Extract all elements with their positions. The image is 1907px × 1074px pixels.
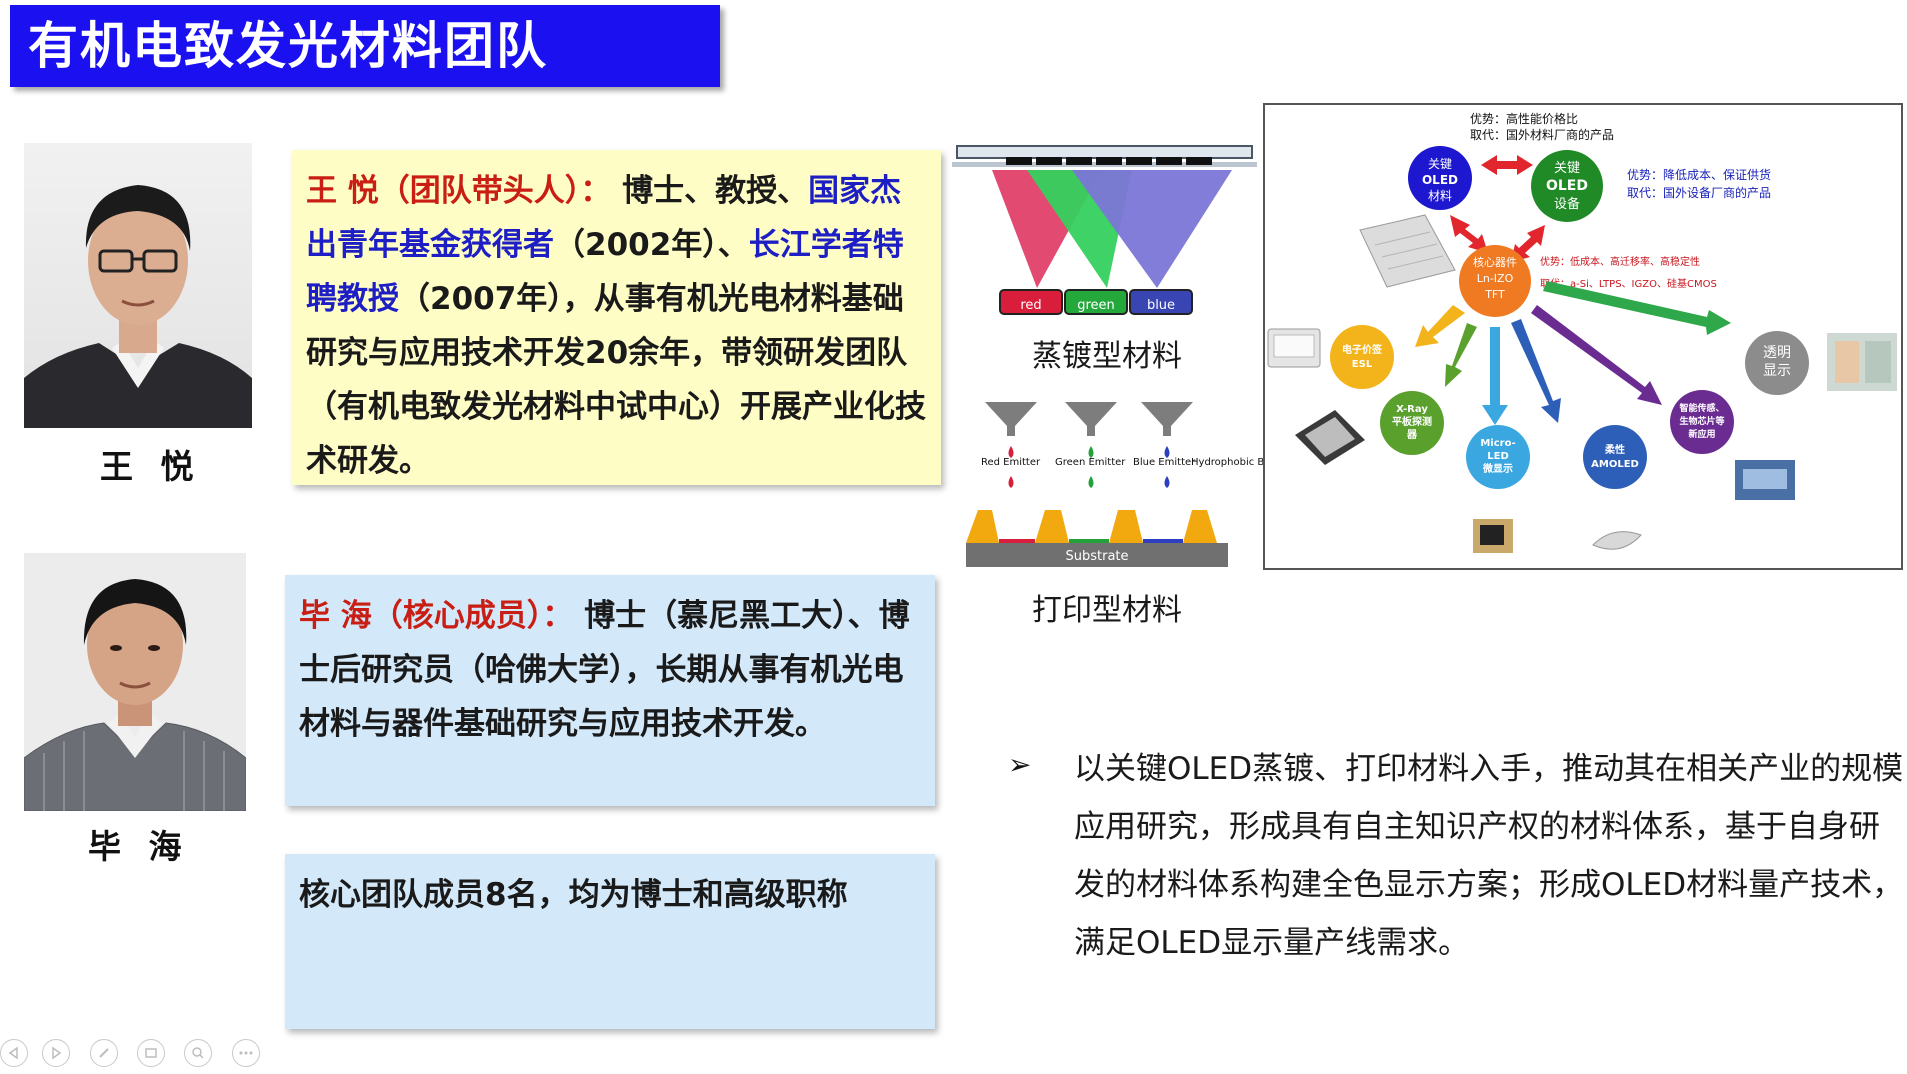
core-line3: TFT — [1484, 288, 1505, 301]
sensing-device-image — [1735, 460, 1795, 500]
app-esl-line1: 电子价签 — [1342, 343, 1383, 356]
node-core-device: 核心器件 Ln-IZO TFT — [1459, 245, 1531, 317]
app-xray-line2: 平板探测 — [1392, 415, 1432, 428]
prev-icon[interactable] — [0, 1039, 28, 1067]
printing-caption: 打印型材料 — [1032, 593, 1182, 628]
caption-wang-yue: 王 悦 — [100, 447, 202, 486]
green-emitter-label: Green Emitter — [1055, 457, 1126, 468]
app-xray: X-Ray 平板探测 器 — [1380, 391, 1444, 455]
pen-icon[interactable] — [90, 1039, 118, 1067]
core-advantage-text: 优势：低成本、高迁移率、高稳定性 — [1540, 255, 1700, 268]
app-micro-led: Micro- LED 微显示 — [1466, 425, 1530, 489]
cup-label-blue: blue — [1147, 298, 1175, 313]
wang-yue-description: （2007年），从事有机光电材料基础研究与应用技术开发20余年，带领研发团队（有… — [306, 281, 926, 479]
node-equipment-line3: 设备 — [1554, 196, 1580, 212]
next-icon[interactable] — [42, 1039, 70, 1067]
core-line1: 核心器件 — [1473, 255, 1517, 269]
node-equipment-line1: 关键 — [1554, 161, 1580, 176]
bi-hai-name-role: 毕 海（核心成员）： — [299, 598, 574, 634]
cup-label-red: red — [1020, 298, 1041, 313]
flexible-device-image — [1592, 531, 1642, 550]
wang-yue-bio-card: 王 悦（团队带头人）： 博士、教授、国家杰出青年基金获得者（2002年）、长江学… — [292, 150, 941, 485]
microled-device-image — [1473, 519, 1513, 553]
wang-yue-year1: （2002年）、 — [554, 227, 749, 263]
core-line2: Ln-IZO — [1477, 272, 1514, 285]
node-material-line1: 关键 — [1428, 157, 1452, 171]
zoom-icon[interactable] — [184, 1039, 212, 1067]
app-xray-line1: X-Ray — [1396, 404, 1428, 415]
substrate-label: Substrate — [1065, 549, 1128, 564]
app-microled-line2: LED — [1487, 451, 1509, 462]
caption-bi-hai: 毕 海 — [88, 827, 190, 866]
app-esl: 电子价签 ESL — [1330, 325, 1394, 389]
red-emitter-label: Red Emitter — [981, 457, 1041, 468]
blue-emitter-label: Blue Emitter — [1133, 457, 1196, 468]
bi-hai-bio-card: 毕 海（核心成员）： 博士（慕尼黑工大）、博士后研究员（哈佛大学），长期从事有机… — [285, 575, 935, 806]
xray-device-image — [1295, 410, 1365, 465]
core-team-card: 核心团队成员8名，均为博士和高级职称 — [285, 854, 935, 1029]
app-amoled-line2: AMOLED — [1591, 459, 1639, 470]
equipment-replace-text: 取代：国外设备厂商的产品 — [1627, 185, 1771, 200]
evaporation-figure: red green blue — [952, 140, 1257, 320]
slides-icon[interactable] — [137, 1039, 165, 1067]
app-amoled-line1: 柔性 — [1604, 443, 1625, 456]
app-microled-line3: 微显示 — [1482, 462, 1513, 475]
banks-label: Hydrophobic Banks — [1191, 457, 1265, 468]
wang-yue-bio-text: 王 悦（团队带头人）： 博士、教授、国家杰出青年基金获得者（2002年）、长江学… — [306, 164, 927, 488]
app-microled-line1: Micro- — [1480, 438, 1515, 449]
industry-chain-diagram: 优势：高性能价格比 取代：国外材料厂商的产品 关键 OLED 材料 关键 OLE… — [1263, 103, 1903, 570]
wang-yue-name-role: 王 悦（团队带头人）： — [306, 173, 612, 209]
app-sensing-line3: 新应用 — [1688, 428, 1715, 440]
core-team-text: 核心团队成员8名，均为博士和高级职称 — [299, 877, 848, 913]
node-equipment-line2: OLED — [1546, 178, 1588, 194]
top-replace-text: 取代：国外材料厂商的产品 — [1470, 127, 1614, 142]
tft-panel-image — [1359, 214, 1456, 288]
node-oled-equipment: 关键 OLED 设备 — [1531, 150, 1603, 222]
evaporation-caption: 蒸镀型材料 — [1032, 339, 1182, 374]
bullet-arrow-icon: ➢ — [1008, 748, 1032, 781]
transparent-device-image — [1827, 333, 1897, 391]
more-icon[interactable] — [232, 1039, 260, 1067]
printing-figure: Red Emitter Green Emitter Blue Emitter H… — [955, 398, 1288, 573]
cup-label-green: green — [1077, 298, 1115, 313]
app-transparent-line2: 显示 — [1763, 363, 1791, 379]
node-material-line2: OLED — [1422, 173, 1458, 187]
title-banner: 有机电致发光材料团队 — [10, 5, 720, 87]
node-oled-material: 关键 OLED 材料 — [1408, 146, 1472, 210]
app-sensing-line1: 智能传感、 — [1679, 402, 1724, 414]
summary-text: 以关键OLED蒸镀、打印材料入手，推动其在相关产业的规模应用研究，形成具有自主知… — [1074, 751, 1904, 961]
esl-device-image — [1267, 328, 1321, 368]
app-flexible-amoled: 柔性 AMOLED — [1583, 425, 1647, 489]
photo-bi-hai — [24, 553, 246, 811]
top-advantage-text: 优势：高性能价格比 — [1470, 111, 1578, 126]
app-transparent-display: 透明 显示 — [1745, 331, 1809, 395]
app-xray-line3: 器 — [1406, 429, 1418, 441]
equipment-advantage-text: 优势：降低成本、保证供货 — [1627, 167, 1771, 182]
app-sensing-line2: 生物芯片等 — [1679, 415, 1724, 427]
page-title: 有机电致发光材料团队 — [28, 17, 548, 75]
wang-yue-degree: 博士、教授、 — [611, 173, 809, 209]
app-esl-line2: ESL — [1352, 359, 1373, 370]
bi-hai-bio-text: 毕 海（核心成员）： 博士（慕尼黑工大）、博士后研究员（哈佛大学），长期从事有机… — [299, 589, 921, 751]
photo-wang-yue — [24, 143, 252, 428]
app-smart-sensing: 智能传感、 生物芯片等 新应用 — [1670, 390, 1734, 454]
node-material-line3: 材料 — [1428, 189, 1452, 203]
app-transparent-line1: 透明 — [1763, 345, 1791, 361]
